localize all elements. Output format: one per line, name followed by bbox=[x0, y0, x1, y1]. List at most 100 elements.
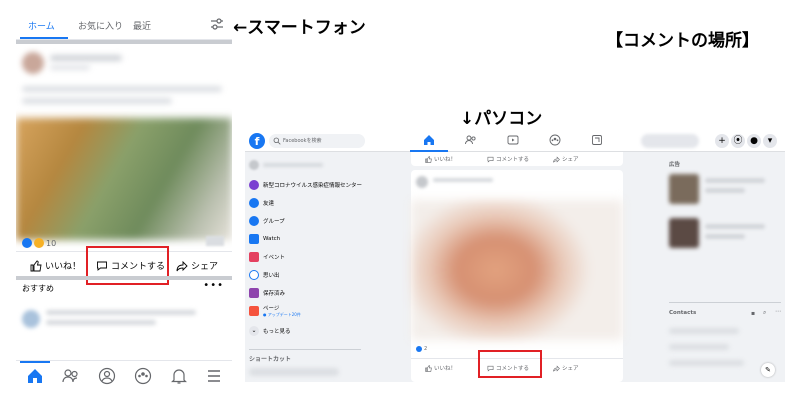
blurred-author-name bbox=[50, 55, 122, 61]
share-button[interactable]: シェア bbox=[553, 155, 579, 163]
tab-home[interactable]: ホーム bbox=[28, 19, 55, 32]
search-icon bbox=[273, 137, 281, 145]
watch-icon[interactable] bbox=[507, 134, 519, 146]
friends-icon[interactable] bbox=[465, 134, 477, 146]
search-input[interactable]: Facebookを検索 bbox=[269, 134, 365, 148]
avatar[interactable] bbox=[416, 176, 428, 188]
blurred-ad-text bbox=[705, 188, 745, 193]
messenger-icon[interactable]: ⦿ bbox=[731, 134, 745, 148]
blurred-post-text bbox=[22, 86, 222, 92]
saved-icon bbox=[249, 288, 259, 298]
shortcuts-heading: ショートカット bbox=[249, 356, 292, 363]
sidebar-item-label: イベント bbox=[263, 255, 286, 261]
reaction-summary[interactable]: 2 bbox=[416, 346, 427, 352]
gaming-icon[interactable] bbox=[591, 134, 603, 146]
groups-icon[interactable] bbox=[134, 367, 152, 385]
share-arrow-icon bbox=[553, 155, 560, 163]
blurred-user-name bbox=[263, 163, 323, 167]
thumbs-up-icon bbox=[30, 260, 42, 271]
blurred-ad-image[interactable] bbox=[669, 218, 699, 248]
groups-icon[interactable] bbox=[549, 134, 561, 146]
blurred-post-photo[interactable] bbox=[16, 118, 232, 240]
comment-location-title: 【コメントの場所】 bbox=[606, 31, 759, 51]
feed-tabs: ホーム お気に入り 最近 bbox=[16, 10, 232, 40]
notifications-bell-icon[interactable]: ● bbox=[747, 134, 761, 148]
reaction-summary[interactable]: 10 bbox=[22, 237, 56, 249]
like-button[interactable]: いいね！ bbox=[30, 259, 81, 272]
active-nav-indicator bbox=[20, 361, 50, 363]
more-options-icon[interactable]: ⋯ bbox=[775, 308, 781, 315]
search-icon[interactable]: ⌕ bbox=[763, 309, 766, 317]
recommended-heading: おすすめ bbox=[22, 284, 54, 293]
comment-highlight-box bbox=[478, 350, 542, 378]
blurred-ad-image[interactable] bbox=[669, 174, 699, 204]
avatar[interactable] bbox=[22, 310, 40, 328]
share-label: シェア bbox=[562, 366, 579, 372]
blurred-author-name bbox=[433, 178, 493, 182]
account-chevron-down-icon[interactable]: ▾ bbox=[763, 134, 777, 148]
sidebar-item-saved[interactable]: 保存済み bbox=[249, 286, 285, 300]
sidebar-item-label: 保存済み bbox=[263, 291, 286, 297]
like-reaction-icon bbox=[416, 346, 422, 352]
groups-icon bbox=[249, 216, 259, 226]
facebook-logo-icon[interactable]: f bbox=[249, 133, 265, 149]
sidebar-item-groups[interactable]: グループ bbox=[249, 214, 285, 228]
video-call-icon[interactable]: ▪ bbox=[751, 310, 755, 317]
news-feed: いいね！ コメントする シェア 2 いいね！ コメントする シェア bbox=[411, 152, 623, 382]
events-icon bbox=[249, 252, 259, 262]
blurred-recommendation-text bbox=[46, 320, 156, 325]
reaction-count: 10 bbox=[46, 238, 57, 248]
comment-button[interactable]: コメントする bbox=[487, 155, 529, 163]
blurred-contact[interactable] bbox=[669, 344, 729, 350]
bottom-navigation bbox=[16, 360, 232, 392]
blurred-shortcut[interactable] bbox=[249, 368, 339, 376]
blurred-contact[interactable] bbox=[669, 328, 739, 334]
tab-recent[interactable]: 最近 bbox=[133, 19, 151, 32]
sidebar-item-friends[interactable]: 友達 bbox=[249, 196, 274, 210]
divider bbox=[16, 40, 232, 44]
home-icon[interactable] bbox=[26, 367, 44, 385]
share-button[interactable]: シェア bbox=[553, 364, 579, 372]
blurred-post-photo[interactable] bbox=[411, 200, 623, 340]
like-button[interactable]: いいね！ bbox=[425, 155, 456, 163]
left-sidebar: 新型コロナウイルス感染症情報センター 友達 グループ Watch イベント 思い… bbox=[245, 152, 369, 382]
avatar[interactable] bbox=[22, 52, 44, 74]
profile-icon[interactable] bbox=[98, 367, 116, 385]
divider bbox=[249, 349, 361, 350]
blurred-ad-text bbox=[705, 224, 765, 229]
sidebar-item-label: グループ bbox=[263, 219, 285, 225]
new-message-edit-icon[interactable]: ✎ bbox=[761, 363, 775, 377]
create-plus-icon[interactable]: + bbox=[715, 134, 729, 148]
blurred-ad-text bbox=[705, 178, 765, 183]
sidebar-item-label: 友達 bbox=[263, 201, 275, 207]
blurred-post-date bbox=[50, 65, 90, 70]
previous-post-action-bar: いいね！ コメントする シェア bbox=[411, 152, 623, 166]
friends-icon[interactable] bbox=[62, 367, 80, 385]
like-label: いいね！ bbox=[434, 157, 457, 163]
pc-callout-label: ↓パソコン bbox=[460, 109, 543, 129]
sidebar-item-covid-info[interactable]: 新型コロナウイルス感染症情報センター bbox=[249, 178, 362, 192]
sidebar-item-memories[interactable]: 思い出 bbox=[249, 268, 280, 282]
sidebar-item-events[interactable]: イベント bbox=[249, 250, 285, 264]
bell-icon[interactable] bbox=[170, 367, 188, 385]
like-reaction-icon bbox=[22, 238, 32, 248]
menu-icon[interactable] bbox=[205, 367, 223, 385]
sidebar-item-see-more[interactable]: ⌄ もっと見る bbox=[249, 324, 291, 338]
share-button[interactable]: シェア bbox=[176, 259, 218, 272]
blurred-contact[interactable] bbox=[669, 360, 744, 366]
pages-flag-icon bbox=[249, 306, 259, 316]
filter-icon[interactable] bbox=[210, 17, 224, 31]
more-options-icon[interactable]: ••• bbox=[203, 280, 224, 291]
like-button[interactable]: いいね！ bbox=[425, 364, 456, 372]
sidebar-item-profile[interactable] bbox=[249, 158, 323, 172]
blurred-post-text bbox=[22, 98, 172, 104]
home-icon[interactable] bbox=[423, 134, 435, 146]
blurred-profile-button[interactable] bbox=[641, 134, 699, 148]
sidebar-item-label: もっと見る bbox=[263, 329, 291, 335]
right-sidebar: 広告 Contacts ▪ ⌕ ⋯ bbox=[665, 152, 785, 382]
tab-favorites[interactable]: お気に入り bbox=[78, 19, 123, 32]
sidebar-item-watch[interactable]: Watch bbox=[249, 232, 280, 246]
reaction-count: 2 bbox=[424, 346, 428, 352]
friends-icon bbox=[249, 198, 259, 208]
sidebar-item-pages[interactable]: ページ ● アップデート20件 bbox=[249, 304, 301, 318]
